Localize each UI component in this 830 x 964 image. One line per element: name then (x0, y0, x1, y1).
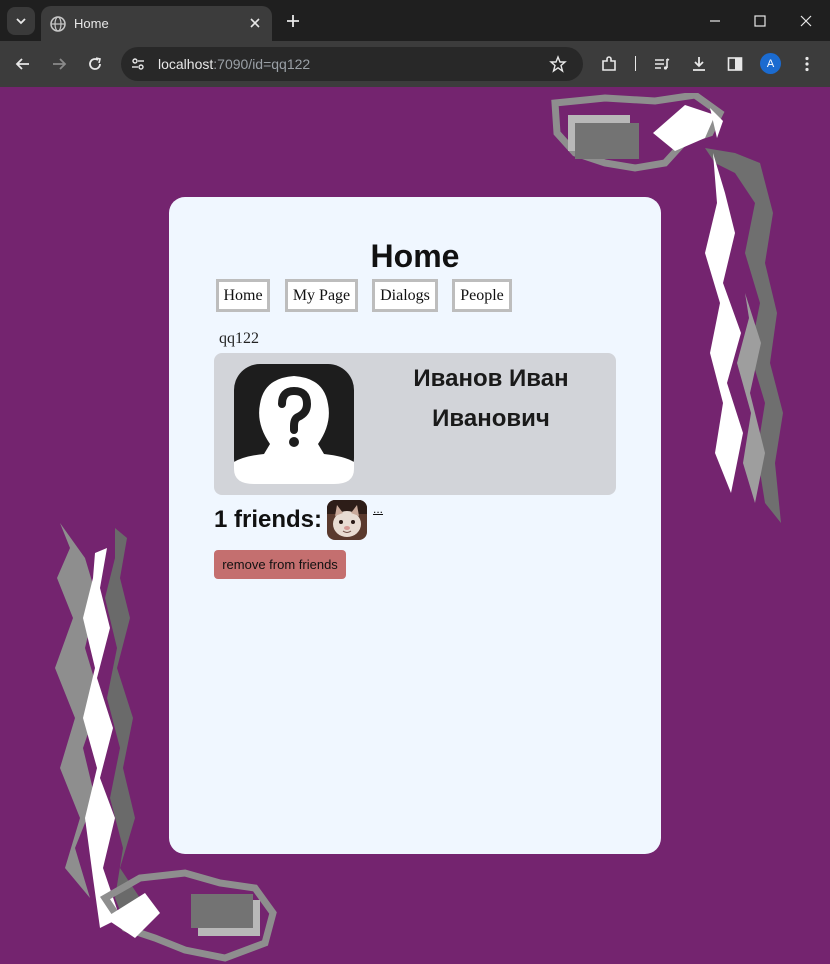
browser-toolbar: localhost:7090/id=qq122 (0, 41, 830, 87)
playlist-icon (655, 58, 670, 70)
side-panel-icon (727, 57, 743, 71)
new-tab-icon[interactable] (284, 12, 302, 30)
star-icon[interactable] (549, 55, 567, 73)
downloads-button[interactable] (687, 52, 711, 76)
title-bar: Home (0, 0, 830, 41)
puzzle-icon (602, 56, 616, 71)
close-icon[interactable] (247, 15, 263, 31)
nav-home-button[interactable]: Home (216, 279, 270, 312)
chevron-down-icon (16, 18, 26, 25)
user-login: qq122 (219, 330, 259, 347)
friend-link[interactable]: ... (373, 502, 383, 516)
tab-home[interactable]: Home (41, 6, 272, 41)
download-icon (693, 57, 705, 71)
friend-avatar[interactable] (327, 500, 367, 540)
profile-avatar[interactable]: A (760, 53, 781, 74)
site-settings-icon[interactable] (130, 56, 146, 72)
main-card: Home Home My Page Dialogs People qq122 И… (169, 197, 661, 854)
reload-button[interactable] (83, 52, 107, 76)
tab-search-button[interactable] (7, 7, 35, 35)
cat-photo-icon (327, 500, 367, 540)
menu-button[interactable] (795, 52, 819, 76)
nav-dialogs-button[interactable]: Dialogs (372, 279, 438, 312)
full-name-line1: Иванов Иван (413, 365, 569, 392)
remove-from-friends-button[interactable]: remove from friends (214, 550, 346, 579)
arrow-right-icon (53, 58, 67, 70)
full-name-line2: Иванович (432, 405, 550, 432)
window-close-icon[interactable] (795, 10, 817, 32)
nav-people-button[interactable]: People (452, 279, 512, 312)
toolbar-separator (635, 56, 636, 71)
extensions-button[interactable] (597, 52, 621, 76)
nav-my-page-button[interactable]: My Page (285, 279, 358, 312)
side-panel-button[interactable] (723, 52, 747, 76)
url-host: localhost (158, 56, 214, 72)
media-button[interactable] (650, 52, 674, 76)
profile-full-name: Иванов Иван Иванович (392, 359, 590, 439)
address-bar[interactable]: localhost:7090/id=qq122 (121, 47, 583, 81)
kebab-menu-icon (805, 56, 809, 72)
arrow-left-icon (15, 58, 29, 70)
unknown-user-avatar-icon (234, 364, 354, 484)
forward-button[interactable] (47, 52, 71, 76)
maximize-icon[interactable] (749, 10, 771, 32)
tab-title: Home (74, 16, 109, 31)
url-path: :7090/id=qq122 (213, 56, 311, 72)
url-text: localhost:7090/id=qq122 (158, 56, 310, 72)
back-button[interactable] (11, 52, 35, 76)
profile-panel: Иванов Иван Иванович (214, 353, 616, 495)
reload-icon (89, 57, 101, 70)
globe-icon (50, 15, 66, 32)
friends-count-label: 1 friends: (214, 506, 323, 533)
minimize-icon[interactable] (704, 10, 726, 32)
page-title: Home (370, 238, 460, 274)
browser-window: Home localhost:7090/id=qq122 A Home Home… (0, 0, 830, 964)
